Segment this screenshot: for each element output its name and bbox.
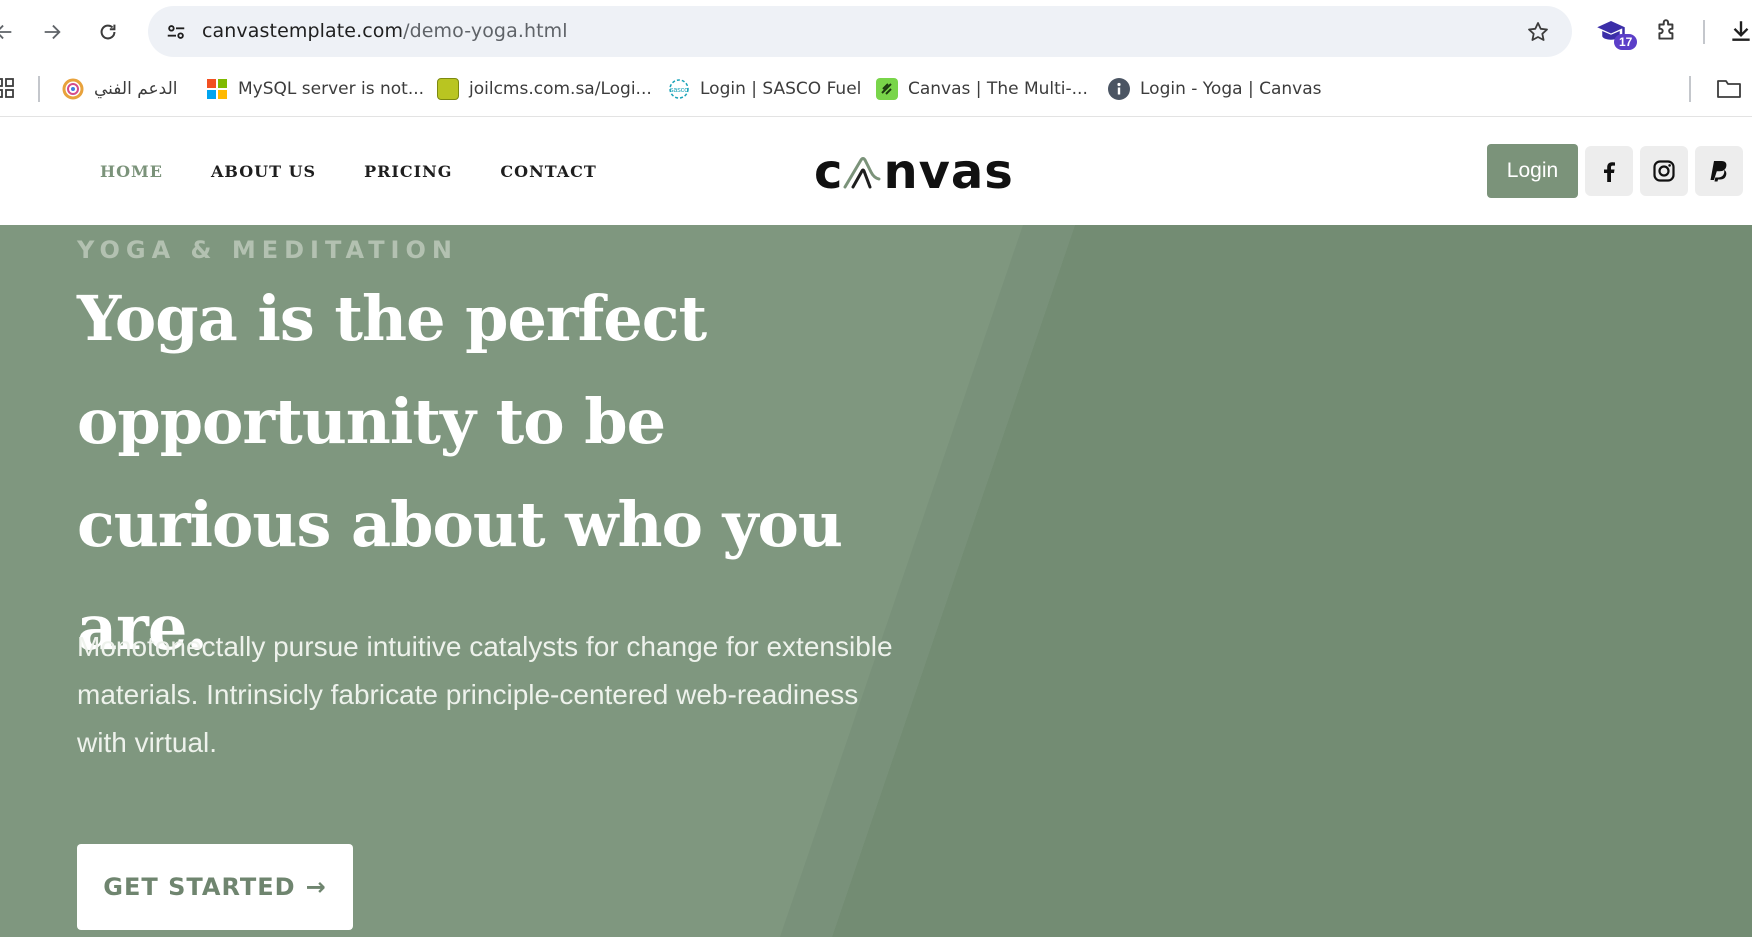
canvas-icon	[876, 78, 898, 100]
menu-item-home[interactable]: HOME	[100, 162, 163, 181]
downloads-button[interactable]	[1724, 14, 1752, 48]
address-bar[interactable]: canvastemplate.com/demo-yoga.html	[148, 6, 1572, 57]
joil-icon	[437, 78, 459, 100]
facebook-button[interactable]	[1585, 146, 1633, 196]
site-info-icon[interactable]	[162, 18, 190, 46]
bookmark-label: Login | SASCO Fuel	[700, 79, 862, 99]
menu-item-about[interactable]: ABOUT US	[211, 162, 316, 181]
bookmark-label: joilcms.com.sa/Logi...	[469, 79, 652, 99]
bookmark-label: Canvas | The Multi-...	[908, 79, 1088, 99]
logo-mountain-icon	[843, 157, 881, 189]
back-button[interactable]	[0, 14, 22, 50]
extension-button[interactable]: 17	[1594, 14, 1638, 50]
bookmark-star-icon[interactable]	[1524, 18, 1552, 46]
bookmark-mysql[interactable]: MySQL server is not...	[206, 74, 424, 104]
url-text[interactable]: canvastemplate.com/demo-yoga.html	[202, 20, 568, 42]
apps-grid-icon	[0, 78, 14, 98]
hero-eyebrow: YOGA & MEDITATION	[77, 236, 458, 264]
paypal-button[interactable]	[1695, 146, 1743, 196]
download-icon	[1732, 21, 1750, 41]
bookmark-yoga-canvas[interactable]: Login - Yoga | Canvas	[1108, 74, 1321, 104]
apps-button[interactable]	[0, 74, 16, 104]
bookmark-label: الدعم الفني	[94, 79, 178, 99]
bookmarks-divider	[38, 76, 40, 102]
url-domain: canvastemplate.com	[202, 20, 404, 42]
logo-text-right: nvas	[883, 144, 1014, 200]
login-button[interactable]: Login	[1487, 144, 1578, 198]
url-path: /demo-yoga.html	[403, 20, 568, 42]
forward-arrow-icon	[44, 24, 61, 40]
toolbar-divider	[1703, 20, 1705, 44]
instagram-icon	[1653, 160, 1675, 182]
info-icon	[1108, 78, 1130, 100]
hero-headline: Yoga is the perfect opportunity to be cu…	[77, 282, 843, 664]
menu-item-pricing[interactable]: PRICING	[364, 162, 452, 181]
browser-toolbar: canvastemplate.com/demo-yoga.html 17	[0, 0, 1752, 62]
hero-description: Monotonectally pursue intuitive catalyst…	[77, 631, 893, 758]
extensions-menu-button[interactable]	[1650, 14, 1684, 48]
bookmarks-divider	[1689, 76, 1691, 102]
menu-item-contact[interactable]: CONTACT	[500, 162, 596, 181]
sasco-icon: sasco	[668, 78, 690, 100]
reload-button[interactable]	[90, 14, 126, 50]
svg-text:sasco: sasco	[670, 87, 688, 94]
get-started-button[interactable]: GET STARTED →	[77, 844, 353, 930]
paypal-icon	[1710, 161, 1727, 182]
bookmark-label: Login - Yoga | Canvas	[1140, 79, 1322, 99]
site-header: HOME ABOUT US PRICING CONTACT c nvas Log…	[0, 118, 1752, 225]
reload-icon	[100, 24, 116, 40]
back-arrow-icon	[0, 24, 12, 40]
extension-badge: 17	[1614, 34, 1638, 50]
logo-text-left: c	[814, 144, 844, 200]
forward-button[interactable]	[34, 14, 70, 50]
bookmark-canvas-multi[interactable]: Canvas | The Multi-...	[876, 74, 1088, 104]
facebook-icon	[1604, 162, 1615, 182]
get-started-label: GET STARTED	[103, 873, 296, 901]
primary-menu: HOME ABOUT US PRICING CONTACT	[100, 162, 597, 181]
bookmark-sasco[interactable]: sasco Login | SASCO Fuel	[668, 74, 861, 104]
microsoft-icon	[206, 78, 228, 100]
bookmarks-bar: الدعم الفني MySQL server is not... joilc…	[0, 62, 1752, 117]
hero-section: YOGA & MEDITATION Yoga is the perfect op…	[0, 225, 1752, 937]
support-icon	[62, 78, 84, 100]
site-logo[interactable]: c nvas	[814, 144, 1014, 200]
instagram-button[interactable]	[1640, 146, 1688, 196]
all-bookmarks-button[interactable]	[1716, 74, 1742, 104]
folder-icon	[1717, 80, 1741, 98]
bookmark-joilcms[interactable]: joilcms.com.sa/Logi...	[437, 74, 652, 104]
bookmark-support[interactable]: الدعم الفني	[62, 74, 178, 104]
puzzle-icon	[1658, 19, 1674, 40]
bookmark-label: MySQL server is not...	[238, 79, 425, 99]
arrow-right-icon: →	[305, 873, 327, 901]
